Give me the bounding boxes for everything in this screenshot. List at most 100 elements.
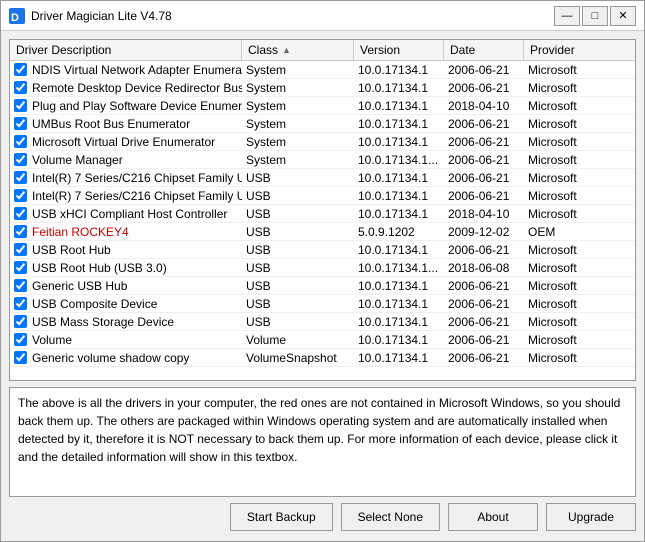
table-row[interactable]: Microsoft Virtual Drive EnumeratorSystem… xyxy=(10,133,635,151)
cell-desc: Intel(R) 7 Series/C216 Chipset Family US… xyxy=(28,170,242,186)
cell-class: USB xyxy=(242,224,354,240)
driver-table: Driver Description Class ▲ Version Date … xyxy=(9,39,636,381)
cell-provider: Microsoft xyxy=(524,350,635,366)
table-header: Driver Description Class ▲ Version Date … xyxy=(10,40,635,61)
row-checkbox[interactable] xyxy=(14,351,27,364)
row-checkbox[interactable] xyxy=(14,189,27,202)
cell-class: VolumeSnapshot xyxy=(242,350,354,366)
row-checkbox[interactable] xyxy=(14,171,27,184)
cell-date: 2006-06-21 xyxy=(444,332,524,348)
table-body[interactable]: NDIS Virtual Network Adapter EnumeratorS… xyxy=(10,61,635,380)
svg-text:D: D xyxy=(11,12,19,24)
row-checkbox[interactable] xyxy=(14,297,27,310)
table-row[interactable]: Generic USB HubUSB10.0.17134.12006-06-21… xyxy=(10,277,635,295)
cell-provider: Microsoft xyxy=(524,170,635,186)
cell-desc: Volume xyxy=(28,332,242,348)
start-backup-button[interactable]: Start Backup xyxy=(230,503,333,531)
cell-date: 2006-06-21 xyxy=(444,296,524,312)
cell-class: System xyxy=(242,80,354,96)
cell-desc: USB Composite Device xyxy=(28,296,242,312)
cell-version: 5.0.9.1202 xyxy=(354,224,444,240)
table-row[interactable]: VolumeVolume10.0.17134.12006-06-21Micros… xyxy=(10,331,635,349)
cell-date: 2006-06-21 xyxy=(444,80,524,96)
cell-provider: Microsoft xyxy=(524,62,635,78)
col-header-provider[interactable]: Provider xyxy=(524,40,635,60)
cell-version: 10.0.17134.1 xyxy=(354,242,444,258)
table-row[interactable]: USB Composite DeviceUSB10.0.17134.12006-… xyxy=(10,295,635,313)
cell-date: 2006-06-21 xyxy=(444,314,524,330)
col-header-version[interactable]: Version xyxy=(354,40,444,60)
cell-date: 2006-06-21 xyxy=(444,242,524,258)
cell-date: 2006-06-21 xyxy=(444,62,524,78)
table-row[interactable]: Feitian ROCKEY4USB5.0.9.12022009-12-02OE… xyxy=(10,223,635,241)
row-checkbox[interactable] xyxy=(14,315,27,328)
about-button[interactable]: About xyxy=(448,503,538,531)
app-icon: D xyxy=(9,8,25,24)
row-checkbox[interactable] xyxy=(14,81,27,94)
main-content: Driver Description Class ▲ Version Date … xyxy=(1,31,644,541)
cell-desc: Feitian ROCKEY4 xyxy=(28,224,242,240)
table-row[interactable]: USB Mass Storage DeviceUSB10.0.17134.120… xyxy=(10,313,635,331)
cell-provider: Microsoft xyxy=(524,134,635,150)
col-header-class[interactable]: Class ▲ xyxy=(242,40,354,60)
cell-desc: Intel(R) 7 Series/C216 Chipset Family US… xyxy=(28,188,242,204)
upgrade-button[interactable]: Upgrade xyxy=(546,503,636,531)
row-checkbox[interactable] xyxy=(14,99,27,112)
table-row[interactable]: Generic volume shadow copyVolumeSnapshot… xyxy=(10,349,635,367)
minimize-button[interactable]: — xyxy=(554,6,580,26)
select-none-button[interactable]: Select None xyxy=(341,503,440,531)
row-checkbox[interactable] xyxy=(14,207,27,220)
cell-version: 10.0.17134.1 xyxy=(354,80,444,96)
cell-provider: Microsoft xyxy=(524,332,635,348)
table-row[interactable]: USB Root HubUSB10.0.17134.12006-06-21Mic… xyxy=(10,241,635,259)
cell-desc: Remote Desktop Device Redirector Bus xyxy=(28,80,242,96)
col-header-desc[interactable]: Driver Description xyxy=(10,40,242,60)
row-checkbox[interactable] xyxy=(14,153,27,166)
row-checkbox[interactable] xyxy=(14,333,27,346)
cell-date: 2006-06-21 xyxy=(444,134,524,150)
cell-desc: Generic USB Hub xyxy=(28,278,242,294)
cell-version: 10.0.17134.1 xyxy=(354,188,444,204)
cell-desc: Microsoft Virtual Drive Enumerator xyxy=(28,134,242,150)
row-checkbox[interactable] xyxy=(14,63,27,76)
table-row[interactable]: Intel(R) 7 Series/C216 Chipset Family US… xyxy=(10,169,635,187)
row-checkbox[interactable] xyxy=(14,261,27,274)
row-checkbox[interactable] xyxy=(14,279,27,292)
cell-provider: Microsoft xyxy=(524,80,635,96)
row-checkbox[interactable] xyxy=(14,225,27,238)
table-row[interactable]: USB xHCI Compliant Host ControllerUSB10.… xyxy=(10,205,635,223)
cell-desc: USB xHCI Compliant Host Controller xyxy=(28,206,242,222)
cell-provider: Microsoft xyxy=(524,260,635,276)
row-checkbox[interactable] xyxy=(14,135,27,148)
maximize-button[interactable]: □ xyxy=(582,6,608,26)
close-button[interactable]: ✕ xyxy=(610,6,636,26)
window-title: Driver Magician Lite V4.78 xyxy=(31,9,554,23)
cell-class: System xyxy=(242,134,354,150)
table-row[interactable]: UMBus Root Bus EnumeratorSystem10.0.1713… xyxy=(10,115,635,133)
cell-provider: OEM xyxy=(524,224,635,240)
cell-desc: NDIS Virtual Network Adapter Enumerator xyxy=(28,62,242,78)
cell-class: System xyxy=(242,152,354,168)
table-row[interactable]: Remote Desktop Device Redirector BusSyst… xyxy=(10,79,635,97)
table-row[interactable]: Plug and Play Software Device Enumerator… xyxy=(10,97,635,115)
cell-version: 10.0.17134.1... xyxy=(354,152,444,168)
cell-class: USB xyxy=(242,206,354,222)
table-row[interactable]: Intel(R) 7 Series/C216 Chipset Family US… xyxy=(10,187,635,205)
table-row[interactable]: Volume ManagerSystem10.0.17134.1...2006-… xyxy=(10,151,635,169)
table-row[interactable]: NDIS Virtual Network Adapter EnumeratorS… xyxy=(10,61,635,79)
cell-version: 10.0.17134.1 xyxy=(354,314,444,330)
cell-provider: Microsoft xyxy=(524,242,635,258)
cell-desc: USB Root Hub xyxy=(28,242,242,258)
row-checkbox[interactable] xyxy=(14,243,27,256)
cell-class: USB xyxy=(242,242,354,258)
cell-class: System xyxy=(242,116,354,132)
row-checkbox[interactable] xyxy=(14,117,27,130)
col-header-date[interactable]: Date xyxy=(444,40,524,60)
table-row[interactable]: USB Root Hub (USB 3.0)USB10.0.17134.1...… xyxy=(10,259,635,277)
sort-arrow-class: ▲ xyxy=(282,45,291,55)
cell-desc: USB Root Hub (USB 3.0) xyxy=(28,260,242,276)
cell-version: 10.0.17134.1... xyxy=(354,260,444,276)
cell-desc: Plug and Play Software Device Enumerator xyxy=(28,98,242,114)
cell-version: 10.0.17134.1 xyxy=(354,206,444,222)
cell-version: 10.0.17134.1 xyxy=(354,62,444,78)
